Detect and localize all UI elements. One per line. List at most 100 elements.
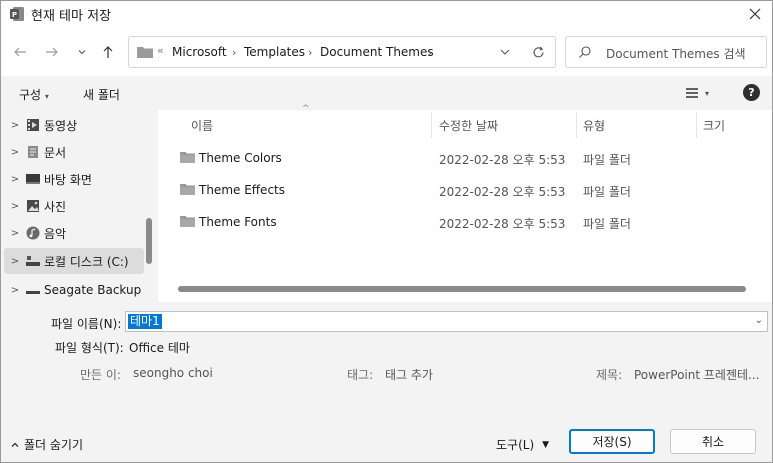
search-box[interactable]: Document Themes 검색 [565,36,767,68]
nav-item-label: 문서 [44,145,67,160]
column-header-type[interactable]: 유형 [583,117,605,134]
refresh-button[interactable] [527,43,549,61]
folder-icon [180,215,195,227]
expand-chevron-icon[interactable]: > [4,147,26,158]
help-button[interactable]: ? [743,84,760,101]
search-icon [578,45,592,59]
expand-chevron-icon[interactable]: > [4,201,26,212]
nav-item-local-disk[interactable]: > 로컬 디스크 (C:) [4,248,144,274]
filename-input[interactable]: 테마1 ⌄ [125,311,768,332]
expand-chevron-icon[interactable]: > [4,228,26,239]
file-row-type: 파일 폴더 [583,217,631,231]
breadcrumb-chevron-icon[interactable]: › [428,46,432,59]
up-button[interactable] [96,40,120,64]
recent-dropdown-button[interactable] [70,40,94,64]
address-bar[interactable]: « Microsoft › Templates › Document Theme… [128,36,556,68]
pictures-icon [26,199,40,213]
arrow-right-icon [46,47,58,57]
expand-chevron-icon[interactable]: > [4,174,26,185]
nav-item-label: 바탕 화면 [44,172,92,187]
column-header-size[interactable]: 크기 [703,117,725,134]
arrow-up-icon [103,46,113,58]
breadcrumb-chevron-icon[interactable]: › [308,46,312,59]
column-header-modified[interactable]: 수정한 날짜 [439,117,498,134]
file-row-name[interactable]: Theme Fonts [199,215,277,229]
title-label: 제목: [596,368,623,382]
file-row-modified: 2022-02-28 오후 5:53 [439,217,566,231]
expand-chevron-icon[interactable]: > [4,120,26,131]
folder-icon [180,183,195,195]
close-button[interactable] [736,1,773,27]
breadcrumb-overflow[interactable]: « [157,44,164,57]
file-row-type: 파일 폴더 [583,153,631,167]
chevron-up-icon [11,442,19,447]
desktop-icon [26,172,40,186]
expand-chevron-icon[interactable]: > [4,285,26,296]
breadcrumb-chevron-icon[interactable]: › [232,46,236,59]
nav-item-documents[interactable]: > 문서 [4,139,144,165]
command-bar: 구성 ▾ 새 폴더 ▾ ? [1,76,772,110]
video-icon [26,118,40,132]
column-divider[interactable] [696,112,697,138]
nav-item-seagate-backup[interactable]: > Seagate Backup [4,277,144,303]
file-row-name[interactable]: Theme Effects [199,183,285,197]
tags-value[interactable]: 태그 추가 [385,366,433,383]
chevron-down-icon [78,50,86,55]
nav-item-label: 음악 [44,226,67,241]
nav-pane-scrollbar[interactable] [146,218,152,264]
filetype-value: Office 테마 [129,341,190,355]
back-button[interactable] [8,40,32,64]
tags-label: 태그: [347,368,374,382]
file-list [160,110,772,302]
help-icon: ? [748,86,755,99]
address-history-button[interactable] [495,43,515,61]
window-title: 현재 테마 저장 [31,9,112,24]
breadcrumb-document-themes[interactable]: Document Themes [320,45,434,59]
author-value[interactable]: seongho choi [133,366,213,380]
column-divider[interactable] [431,112,432,138]
hide-folders-button[interactable]: 폴더 숨기기 [10,436,83,453]
nav-item-desktop[interactable]: > 바탕 화면 [4,166,144,192]
filetype-label: 파일 형식(T): [55,341,124,355]
cancel-button[interactable]: 취소 [670,429,756,454]
drive-icon [26,283,40,297]
close-icon [749,8,761,20]
nav-item-pictures[interactable]: > 사진 [4,193,144,219]
breadcrumb-templates[interactable]: Templates [244,45,305,59]
nav-item-label: 사진 [44,199,67,214]
view-options-button[interactable]: ▾ [685,84,719,102]
file-row-modified: 2022-02-28 오후 5:53 [439,185,566,199]
caret-down-icon: ▼ [542,439,550,450]
filename-value[interactable]: 테마1 [128,314,162,329]
chevron-down-icon [500,49,510,55]
title-value[interactable]: PowerPoint 프레젠테... [634,366,760,383]
horizontal-scrollbar[interactable] [178,286,746,292]
arrow-left-icon [14,47,26,57]
column-divider[interactable] [576,112,577,138]
new-folder-button[interactable]: 새 폴더 [83,86,120,103]
search-placeholder: Document Themes 검색 [606,47,746,61]
save-button[interactable]: 저장(S) [569,429,655,454]
nav-item-videos[interactable]: > 동영상 [4,112,144,138]
title-bar: P 현재 테마 저장 [1,1,772,27]
refresh-icon [532,46,544,57]
filename-label: 파일 이름(N): [51,317,122,331]
organize-label: 구성 [19,88,42,102]
nav-item-music[interactable]: > 음악 [4,220,144,246]
document-icon [26,145,40,159]
svg-text:P: P [12,11,17,19]
tools-label: 도구(L) [496,438,535,452]
nav-item-label: 동영상 [44,118,78,133]
organize-button[interactable]: 구성 ▾ [19,86,49,103]
tools-button[interactable]: 도구(L) ▼ [496,436,549,453]
column-header-name[interactable]: 이름 [191,117,213,134]
expand-chevron-icon[interactable]: > [4,256,26,267]
forward-button[interactable] [40,40,64,64]
file-row-modified: 2022-02-28 오후 5:53 [439,153,566,167]
file-row-name[interactable]: Theme Colors [199,151,282,165]
breadcrumb-microsoft[interactable]: Microsoft [172,45,227,59]
filetype-select[interactable]: Office 테마 [125,336,768,357]
chevron-down-icon[interactable]: ⌄ [755,315,763,326]
hide-folders-label: 폴더 숨기기 [24,438,84,452]
nav-item-label: 로컬 디스크 (C:) [44,254,129,269]
